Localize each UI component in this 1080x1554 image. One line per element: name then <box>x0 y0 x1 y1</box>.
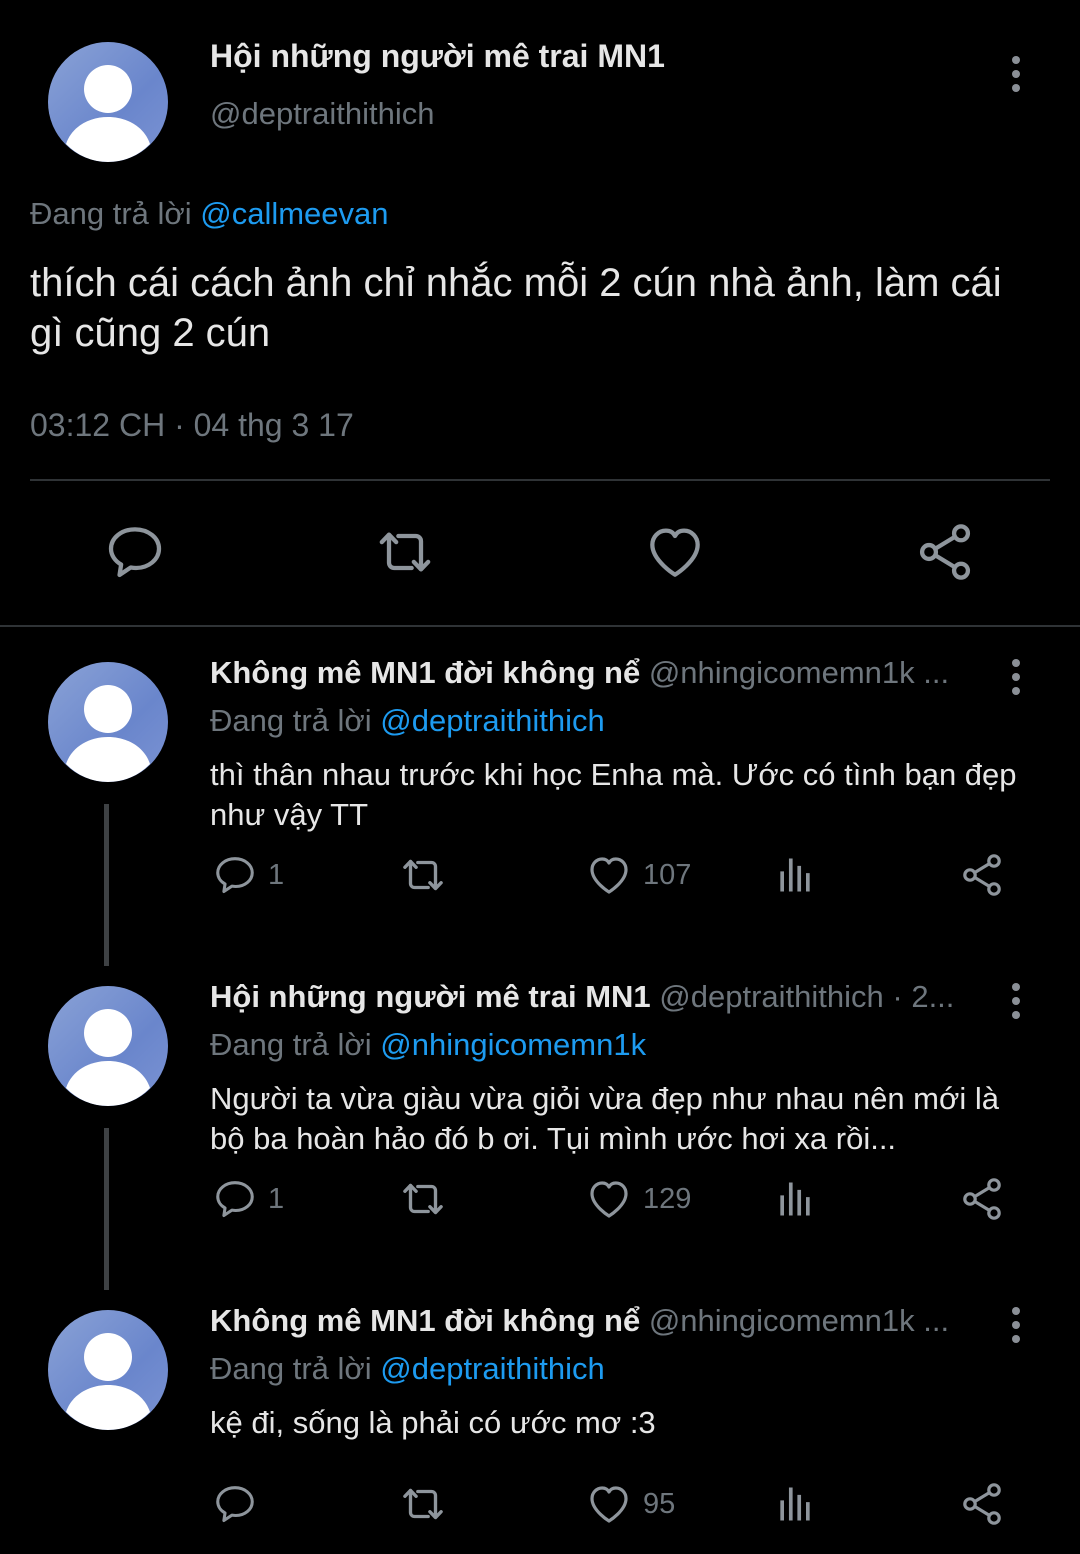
stats-icon <box>773 1482 817 1526</box>
retweet-button[interactable] <box>398 1174 448 1224</box>
replying-to: Đang trả lời @nhingicomemn1k <box>210 1027 646 1063</box>
like-count: 129 <box>643 1182 692 1215</box>
analytics-button[interactable] <box>773 850 817 900</box>
share-icon <box>958 1175 1006 1223</box>
analytics-button[interactable] <box>773 1479 817 1529</box>
stats-icon <box>773 1177 817 1221</box>
reply-text: Người ta vừa giàu vừa giỏi vừa đẹp như n… <box>210 1081 999 1156</box>
reply-header: Không mê MN1 đời không nể @nhingicomemn1… <box>210 655 990 691</box>
avatar[interactable] <box>48 42 168 162</box>
reply-icon <box>212 1176 258 1222</box>
share-icon <box>958 1480 1006 1528</box>
avatar[interactable] <box>48 1310 168 1430</box>
reply-icon <box>212 852 258 898</box>
reply-button[interactable]: 1 <box>212 850 284 900</box>
retweet-icon <box>398 1174 448 1224</box>
author-name[interactable]: Hội những người mê trai MN1 <box>210 979 651 1014</box>
mention-link[interactable]: @callmeevan <box>200 196 388 231</box>
reply-text: kệ đi, sống là phải có ước mơ :3 <box>210 1405 656 1440</box>
like-count: 107 <box>643 858 692 891</box>
reply-header: Hội những người mê trai MN1 @deptraithit… <box>210 979 990 1015</box>
like-icon <box>585 851 633 899</box>
share-icon[interactable] <box>913 520 977 584</box>
author-name[interactable]: Không mê MN1 đời không nể <box>210 1303 640 1338</box>
reply-text: thì thân nhau trước khi học Enha mà. Ước… <box>210 757 1017 832</box>
author-handle[interactable]: @deptraithithich · 2... <box>659 979 954 1014</box>
replying-to: Đang trả lời @deptraithithich <box>210 703 605 739</box>
like-icon[interactable] <box>643 520 707 584</box>
author-handle[interactable]: @nhingicomemn1k ... <box>649 655 949 690</box>
replying-to-label: Đang trả lời <box>210 703 372 738</box>
mention-link[interactable]: @deptraithithich <box>380 1351 604 1386</box>
reply-header: Không mê MN1 đời không nể @nhingicomemn1… <box>210 1303 990 1339</box>
like-button[interactable]: 107 <box>585 850 691 900</box>
share-button[interactable] <box>958 1174 1006 1224</box>
replying-to-label: Đang trả lời <box>210 1027 372 1062</box>
reply-icon <box>212 1481 258 1527</box>
mention-link[interactable]: @deptraithithich <box>380 703 604 738</box>
reply-count: 1 <box>268 1182 285 1215</box>
divider <box>0 625 1080 627</box>
divider <box>30 479 1050 481</box>
mention-link[interactable]: @nhingicomemn1k <box>380 1027 646 1062</box>
avatar[interactable] <box>48 662 168 782</box>
author-name[interactable]: Hội những người mê trai MN1 <box>210 38 665 75</box>
like-button[interactable]: 95 <box>585 1479 675 1529</box>
replying-to-label: Đang trả lời <box>30 196 192 231</box>
default-profile-icon <box>48 42 168 162</box>
like-button[interactable]: 129 <box>585 1174 691 1224</box>
default-profile-icon <box>48 1310 168 1430</box>
reply-button[interactable]: 1 <box>212 1174 284 1224</box>
retweet-icon <box>398 1479 448 1529</box>
author-handle[interactable]: @deptraithithich <box>210 96 434 132</box>
reply-button[interactable] <box>212 1479 268 1529</box>
share-icon <box>958 851 1006 899</box>
retweet-icon <box>398 850 448 900</box>
share-button[interactable] <box>958 1479 1006 1529</box>
share-button[interactable] <box>958 850 1006 900</box>
author-handle[interactable]: @nhingicomemn1k ... <box>649 1303 949 1338</box>
like-icon <box>585 1480 633 1528</box>
more-options-icon[interactable] <box>996 52 1036 102</box>
more-options-icon[interactable] <box>996 1303 1036 1353</box>
more-options-icon[interactable] <box>996 979 1036 1029</box>
default-profile-icon <box>48 986 168 1106</box>
replying-to: Đang trả lời @callmeevan <box>30 196 389 232</box>
reply-icon[interactable] <box>103 520 167 584</box>
like-count: 95 <box>643 1487 676 1520</box>
like-icon <box>585 1175 633 1223</box>
retweet-button[interactable] <box>398 1479 448 1529</box>
reply-actions: 95 <box>0 1479 1080 1539</box>
reply-count: 1 <box>268 858 285 891</box>
reply-actions: 1 107 <box>0 850 1080 910</box>
more-options-icon[interactable] <box>996 655 1036 705</box>
analytics-button[interactable] <box>773 1174 817 1224</box>
reply-actions: 1 129 <box>0 1174 1080 1234</box>
avatar[interactable] <box>48 986 168 1106</box>
replying-to-label: Đang trả lời <box>210 1351 372 1386</box>
replying-to: Đang trả lời @deptraithithich <box>210 1351 605 1387</box>
author-name[interactable]: Không mê MN1 đời không nể <box>210 655 640 690</box>
default-profile-icon <box>48 662 168 782</box>
tweet-timestamp[interactable]: 03:12 CH · 04 thg 3 17 <box>30 407 354 444</box>
tweet-text: thích cái cách ảnh chỉ nhắc mỗi 2 cún nh… <box>30 261 1002 355</box>
retweet-icon[interactable] <box>373 520 437 584</box>
stats-icon <box>773 853 817 897</box>
retweet-button[interactable] <box>398 850 448 900</box>
